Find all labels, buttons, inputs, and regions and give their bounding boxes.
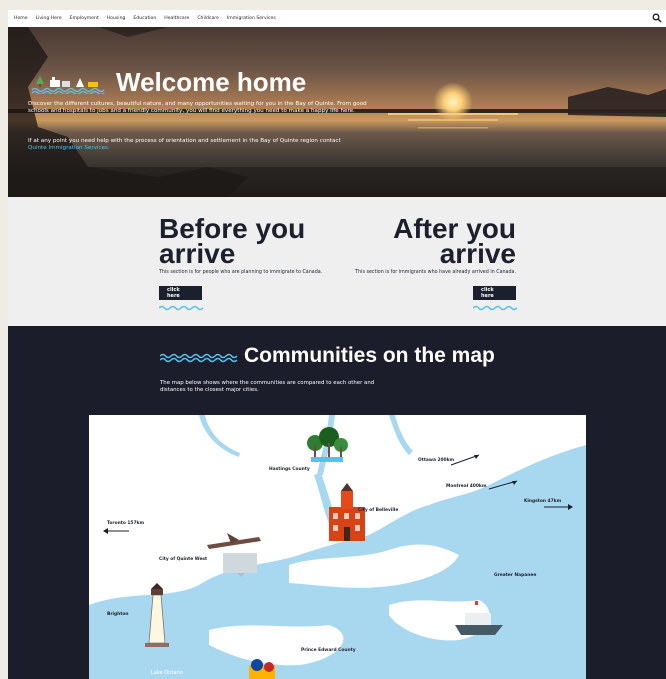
label-napanee: Greater Napanee bbox=[494, 573, 537, 578]
nav-housing[interactable]: Housing bbox=[107, 16, 126, 21]
communities-title: Communities on the map bbox=[244, 344, 495, 367]
before-after-section: Before you arrive This section is for peo… bbox=[8, 197, 666, 326]
wave-icon bbox=[473, 305, 517, 311]
after-click-here-button[interactable]: click here bbox=[473, 286, 516, 300]
hero-title-row: Welcome home bbox=[30, 67, 306, 98]
hero-description: Discover the different cultures, beautif… bbox=[28, 101, 367, 115]
before-description: This section is for people who are plann… bbox=[159, 270, 323, 275]
after-description: This section is for immigrants who have … bbox=[355, 270, 516, 275]
label-kingston: Kingston 47km bbox=[524, 499, 562, 504]
help-text: If at any point you need help with the p… bbox=[28, 138, 341, 144]
hero-title: Welcome home bbox=[116, 67, 307, 97]
wave-icon bbox=[159, 305, 203, 311]
communities-map: Hastings County Ottawa 200km Montreal 40… bbox=[89, 415, 586, 679]
after-title: After you arrive bbox=[393, 213, 516, 269]
nav-childcare[interactable]: Childcare bbox=[197, 16, 219, 21]
wave-icon bbox=[160, 353, 238, 363]
trees-icon bbox=[307, 427, 348, 462]
nav-immigration-services[interactable]: Immigration Services bbox=[227, 16, 276, 21]
communities-description: The map below shows where the communitie… bbox=[160, 380, 375, 394]
label-quinte-west: City of Quinte West bbox=[159, 557, 208, 562]
nav-living-here[interactable]: Living Here bbox=[36, 16, 62, 21]
hero-help-text: If at any point you need help with the p… bbox=[28, 138, 368, 153]
search-icon[interactable] bbox=[652, 13, 662, 23]
label-lake-ontario: Lake Ontario bbox=[151, 670, 183, 676]
before-click-here-button[interactable]: click here bbox=[159, 286, 202, 300]
nav-healthcare[interactable]: Healthcare bbox=[164, 16, 189, 21]
label-belleville: City of Belleville bbox=[358, 508, 399, 513]
hero-banner: Welcome home Discover the different cult… bbox=[8, 27, 666, 197]
label-hastings: Hastings County bbox=[269, 467, 310, 472]
label-ottawa: Ottawa 200km bbox=[418, 458, 455, 463]
immigration-services-link[interactable]: Quinte Immigration Services. bbox=[28, 145, 110, 151]
top-nav: Home Living Here Employment Housing Educ… bbox=[8, 10, 666, 27]
before-title: Before you arrive bbox=[159, 213, 306, 269]
nav-employment[interactable]: Employment bbox=[70, 16, 99, 21]
airplane-icon bbox=[207, 533, 261, 577]
label-bay-of-quinte: Bay of Quinte bbox=[334, 561, 369, 567]
map-graphic bbox=[89, 415, 586, 679]
label-brighton: Brighton bbox=[107, 612, 129, 617]
nav-education[interactable]: Education bbox=[133, 16, 156, 21]
label-montreal: Montreal 400km bbox=[446, 484, 487, 489]
community-icons bbox=[31, 75, 105, 94]
sun-glow bbox=[433, 82, 473, 122]
nav-home[interactable]: Home bbox=[14, 16, 28, 21]
label-prince-edward: Prince Edward County bbox=[301, 648, 356, 653]
label-toronto: Toronto 157km bbox=[107, 521, 145, 526]
